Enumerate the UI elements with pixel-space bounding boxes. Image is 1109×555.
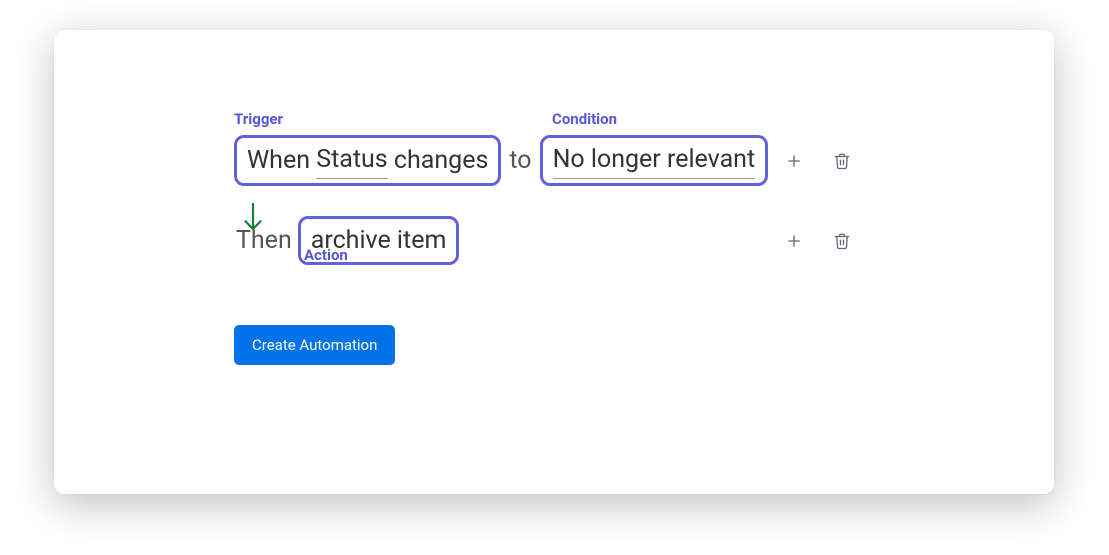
delete-icon[interactable] [830,229,854,253]
action-text: Then archive item [234,216,459,265]
trigger-prefix: When [247,143,310,178]
action-row: Then archive item [234,216,934,265]
add-icon[interactable] [782,229,806,253]
trigger-label: Trigger [234,110,283,128]
condition-box[interactable]: No longer relevant [540,135,769,186]
trigger-field[interactable]: Status [316,142,387,179]
action-row-actions [782,229,854,253]
condition-label: Condition [552,110,617,128]
trigger-suffix: changes [394,143,488,178]
delete-icon[interactable] [830,149,854,173]
connector-to: to [501,143,539,178]
create-automation-button[interactable]: Create Automation [234,325,395,365]
action-box[interactable]: archive item [298,216,460,265]
trigger-text: When Status changes to No longer relevan… [234,135,768,186]
add-icon[interactable] [782,149,806,173]
trigger-row-actions [782,149,854,173]
then-text: Then [234,223,298,258]
action-value[interactable]: archive item [311,223,447,258]
trigger-row: When Status changes to No longer relevan… [234,135,934,186]
automation-card: Trigger Condition Action When Status cha… [54,30,1054,494]
trigger-box[interactable]: When Status changes [234,135,501,186]
condition-value[interactable]: No longer relevant [553,142,756,179]
